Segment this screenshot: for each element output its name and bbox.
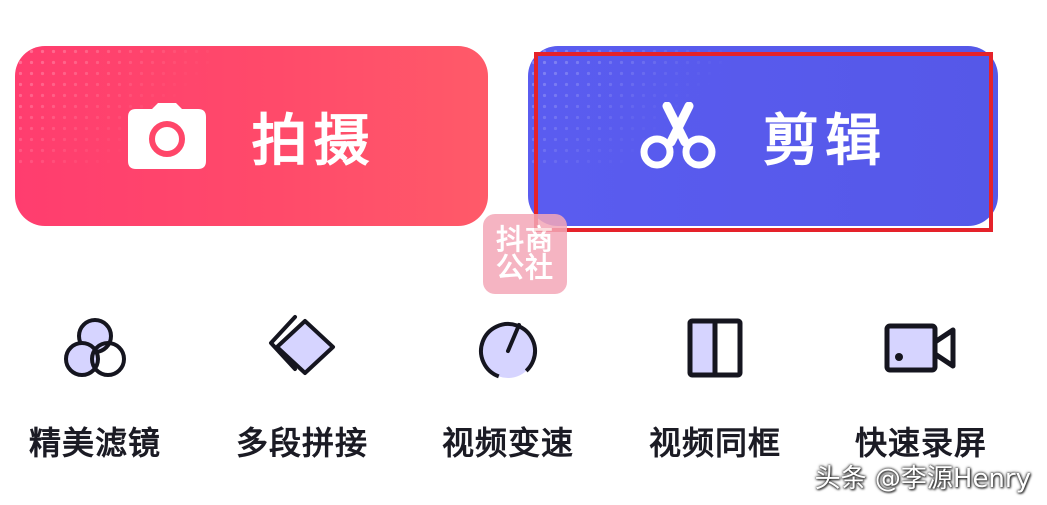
- video-camera-icon: [881, 312, 961, 384]
- filter-circles-icon: [55, 312, 135, 384]
- edit-button-content: 剪辑: [639, 96, 887, 177]
- edit-button-label: 剪辑: [763, 108, 887, 174]
- layers-icon: [262, 312, 342, 384]
- watermark-badge: 抖商 公社: [483, 214, 567, 294]
- tool-speed[interactable]: 视频变速: [413, 312, 603, 464]
- badge-line-1: 抖商: [495, 223, 554, 256]
- tool-filter-label: 精美滤镜: [28, 424, 161, 462]
- split-frame-icon: [675, 312, 755, 384]
- tool-row: 精美滤镜 多段拼接 视频变速 视频同框 快速录屏: [0, 312, 1047, 462]
- tool-duet-label: 视频同框: [648, 424, 781, 462]
- tool-multi-clip[interactable]: 多段拼接: [207, 312, 397, 464]
- speed-gauge-icon: [468, 312, 548, 384]
- shoot-button-label: 拍摄: [251, 108, 376, 174]
- source-watermark: 头条 @李源Henry: [814, 464, 1031, 494]
- tool-duet[interactable]: 视频同框: [620, 312, 810, 464]
- edit-button[interactable]: 剪辑: [528, 46, 998, 226]
- tool-multi-clip-label: 多段拼接: [235, 424, 368, 462]
- shoot-button[interactable]: 拍摄: [15, 46, 488, 226]
- tool-screen-record[interactable]: 快速录屏: [826, 312, 1016, 464]
- tool-filter[interactable]: 精美滤镜: [0, 312, 190, 464]
- tool-speed-label: 视频变速: [441, 424, 574, 462]
- camera-icon: [127, 103, 206, 169]
- screen: 拍摄 剪辑 抖商 公社 精美滤镜 多段拼接 视频变速 视频同框 快速录屏 头条 …: [0, 0, 1047, 505]
- shoot-button-content: 拍摄: [127, 96, 376, 177]
- badge-line-2: 公社: [495, 251, 554, 284]
- scissors-icon: [639, 102, 717, 170]
